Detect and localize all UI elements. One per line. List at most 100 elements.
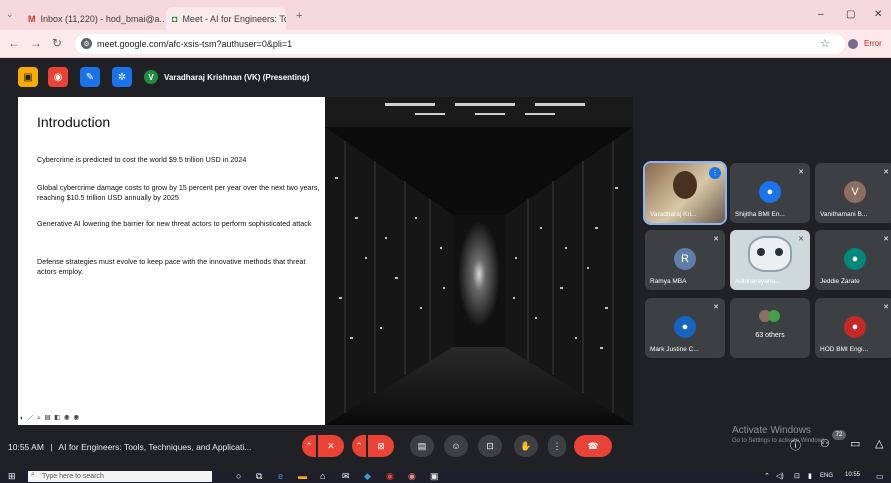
- participant-name: Ramya MBA: [650, 278, 687, 285]
- slide-bullet: Global cybercrime damage costs to grow b…: [37, 183, 320, 202]
- participant-tile[interactable]: ✕ V Vanithamani B...: [815, 163, 891, 223]
- others-avatar: [768, 310, 780, 322]
- participant-name: Jeddie Zarate: [820, 278, 860, 285]
- mic-off-icon: ✕: [798, 169, 804, 176]
- camera-off-button[interactable]: ⊠: [368, 435, 394, 457]
- robot-eye: [775, 248, 783, 256]
- participant-tile[interactable]: ⋮ Varadharaj Kri...: [643, 161, 727, 225]
- volume-icon[interactable]: ◁): [776, 471, 784, 482]
- new-tab-icon[interactable]: +: [296, 10, 302, 22]
- search-placeholder: Type here to search: [42, 473, 104, 480]
- presenter-indicator: V Varadharaj Krishnan (VK) (Presenting): [144, 68, 309, 86]
- mail-icon[interactable]: ✉: [342, 471, 350, 482]
- camera-options-button[interactable]: ⌃: [352, 435, 366, 457]
- end-call-icon: ☎: [587, 440, 599, 451]
- chrome-profile-icon[interactable]: ◉: [408, 471, 416, 482]
- window-close-icon[interactable]: ✕: [874, 9, 882, 20]
- robot-avatar-icon: [748, 236, 792, 272]
- captions-button[interactable]: ▤: [410, 435, 434, 457]
- profile-avatar[interactable]: [848, 39, 858, 49]
- activities-icon[interactable]: △: [875, 437, 883, 450]
- watermark-title: Activate Windows: [732, 425, 811, 436]
- meeting-info: 10:55 AM | AI for Engineers: Tools, Tech…: [8, 442, 251, 452]
- explorer-icon[interactable]: ▬: [298, 471, 307, 482]
- slide-bullet: Generative AI lowering the barrier for n…: [37, 219, 312, 228]
- participant-tile[interactable]: ✕ Adhinarayana...: [730, 230, 810, 290]
- app-icon-2[interactable]: ▣: [430, 471, 439, 482]
- slide-text-panel: Introduction Cybercrime is predicted to …: [18, 97, 325, 425]
- edge-icon[interactable]: e: [278, 471, 283, 482]
- mic-off-icon: ✕: [798, 236, 804, 243]
- participant-avatar: V: [844, 180, 866, 203]
- participant-tile[interactable]: ✕ R Ramya MBA: [645, 230, 725, 290]
- slide-bullet: Cybercrime is predicted to cost the worl…: [37, 155, 247, 164]
- notifications-icon[interactable]: ▭: [876, 471, 884, 482]
- raise-hand-button[interactable]: ✋: [514, 435, 538, 457]
- participant-tile[interactable]: ✕ ● Shijitha BMI En...: [730, 163, 810, 223]
- slide-toolbar[interactable]: ◐ ⟋ ⌕ ▤ ◧ ◉ ◉: [20, 415, 80, 423]
- effects-icon[interactable]: ✲: [112, 67, 132, 87]
- reload-icon[interactable]: ↻: [52, 36, 62, 50]
- captions-icon: ▤: [417, 440, 427, 451]
- present-icon: ⊡: [486, 440, 494, 451]
- server-room-image: [325, 97, 633, 425]
- tab-gmail[interactable]: M Inbox (11,220) - hod_bmai@a... ✕: [22, 7, 164, 30]
- chat-icon[interactable]: ▭: [850, 437, 860, 450]
- tab-label: Inbox (11,220) - hod_bmai@a...: [40, 13, 165, 24]
- cortana-icon[interactable]: ○: [236, 471, 241, 482]
- emoji-button[interactable]: ☺: [444, 435, 468, 457]
- app-icon[interactable]: ◆: [364, 471, 371, 482]
- mic-off-icon: ✕: [713, 304, 719, 311]
- watermark-subtitle: Go to Settings to activate Windows.: [732, 438, 827, 444]
- battery-icon[interactable]: ▮: [808, 471, 812, 482]
- presenter-avatar: V: [144, 70, 158, 84]
- mic-off-icon: ✕: [883, 169, 889, 176]
- search-icon: ⌕: [31, 471, 35, 478]
- tray-chevron-icon[interactable]: ⌃: [764, 471, 770, 482]
- more-options-button[interactable]: ⋮: [548, 435, 566, 457]
- url-field[interactable]: ⚙ meet.google.com/afc-xsis-tsm?authuser=…: [75, 34, 845, 54]
- participant-count-badge: 72: [832, 430, 846, 440]
- record-icon[interactable]: ◉: [48, 67, 68, 87]
- language-indicator[interactable]: ENG: [820, 471, 833, 482]
- bookmark-star-icon[interactable]: ☆: [820, 37, 830, 50]
- error-badge[interactable]: Error: [864, 39, 882, 48]
- participant-avatar: ●: [844, 315, 866, 338]
- mic-off-icon: ✕: [883, 236, 889, 243]
- back-icon[interactable]: ←: [8, 36, 20, 50]
- taskbar-clock[interactable]: 10:55: [845, 470, 860, 481]
- minimize-icon[interactable]: –: [818, 9, 824, 20]
- notes-icon[interactable]: ✎: [80, 67, 100, 87]
- presentation-icon[interactable]: ▣: [18, 67, 38, 87]
- participant-tile[interactable]: ✕ ● HOD BMI Engi...: [815, 298, 891, 358]
- participant-tile[interactable]: ✕ ● Jeddie Zarate: [815, 230, 891, 290]
- hand-icon: ✋: [520, 440, 532, 451]
- participant-name: Adhinarayana...: [735, 278, 781, 285]
- chrome-icon[interactable]: ◉: [386, 471, 394, 482]
- meet-icon: ◘: [172, 13, 178, 24]
- participant-face: [673, 171, 697, 199]
- maximize-icon[interactable]: ▢: [846, 9, 855, 20]
- tab-search-icon[interactable]: ⌄: [6, 9, 14, 20]
- taskbar-search[interactable]: ⌕ Type here to search: [28, 471, 212, 482]
- task-view-icon[interactable]: ⧉: [256, 471, 262, 482]
- site-info-icon[interactable]: ⚙: [81, 38, 92, 49]
- mic-options-button[interactable]: ⌃: [302, 435, 316, 457]
- tab-meet[interactable]: ◘ Meet - AI for Engineers: To... ◉ ✕: [166, 7, 286, 30]
- address-bar-row: ← → ↻ ⚙ meet.google.com/afc-xsis-tsm?aut…: [0, 30, 891, 58]
- mic-off-button[interactable]: ✕: [318, 435, 344, 457]
- participant-tile[interactable]: ✕ ● Mark Justine C...: [645, 298, 725, 358]
- mic-off-icon: ✕: [883, 304, 889, 311]
- store-icon[interactable]: ⌂: [320, 471, 325, 482]
- forward-icon[interactable]: →: [30, 36, 42, 50]
- windows-start-icon[interactable]: ⊞: [8, 471, 16, 482]
- slide-title: Introduction: [37, 114, 111, 130]
- info-icon[interactable]: ⓘ: [790, 437, 801, 453]
- others-tile[interactable]: 63 others: [730, 298, 810, 358]
- leave-call-button[interactable]: ☎: [574, 435, 612, 457]
- meeting-separator: |: [50, 442, 53, 452]
- presenter-name: Varadharaj Krishnan (VK) (Presenting): [164, 72, 310, 82]
- people-icon[interactable]: ⚇: [820, 437, 830, 450]
- network-icon[interactable]: ⊡: [794, 471, 800, 482]
- present-button[interactable]: ⊡: [478, 435, 502, 457]
